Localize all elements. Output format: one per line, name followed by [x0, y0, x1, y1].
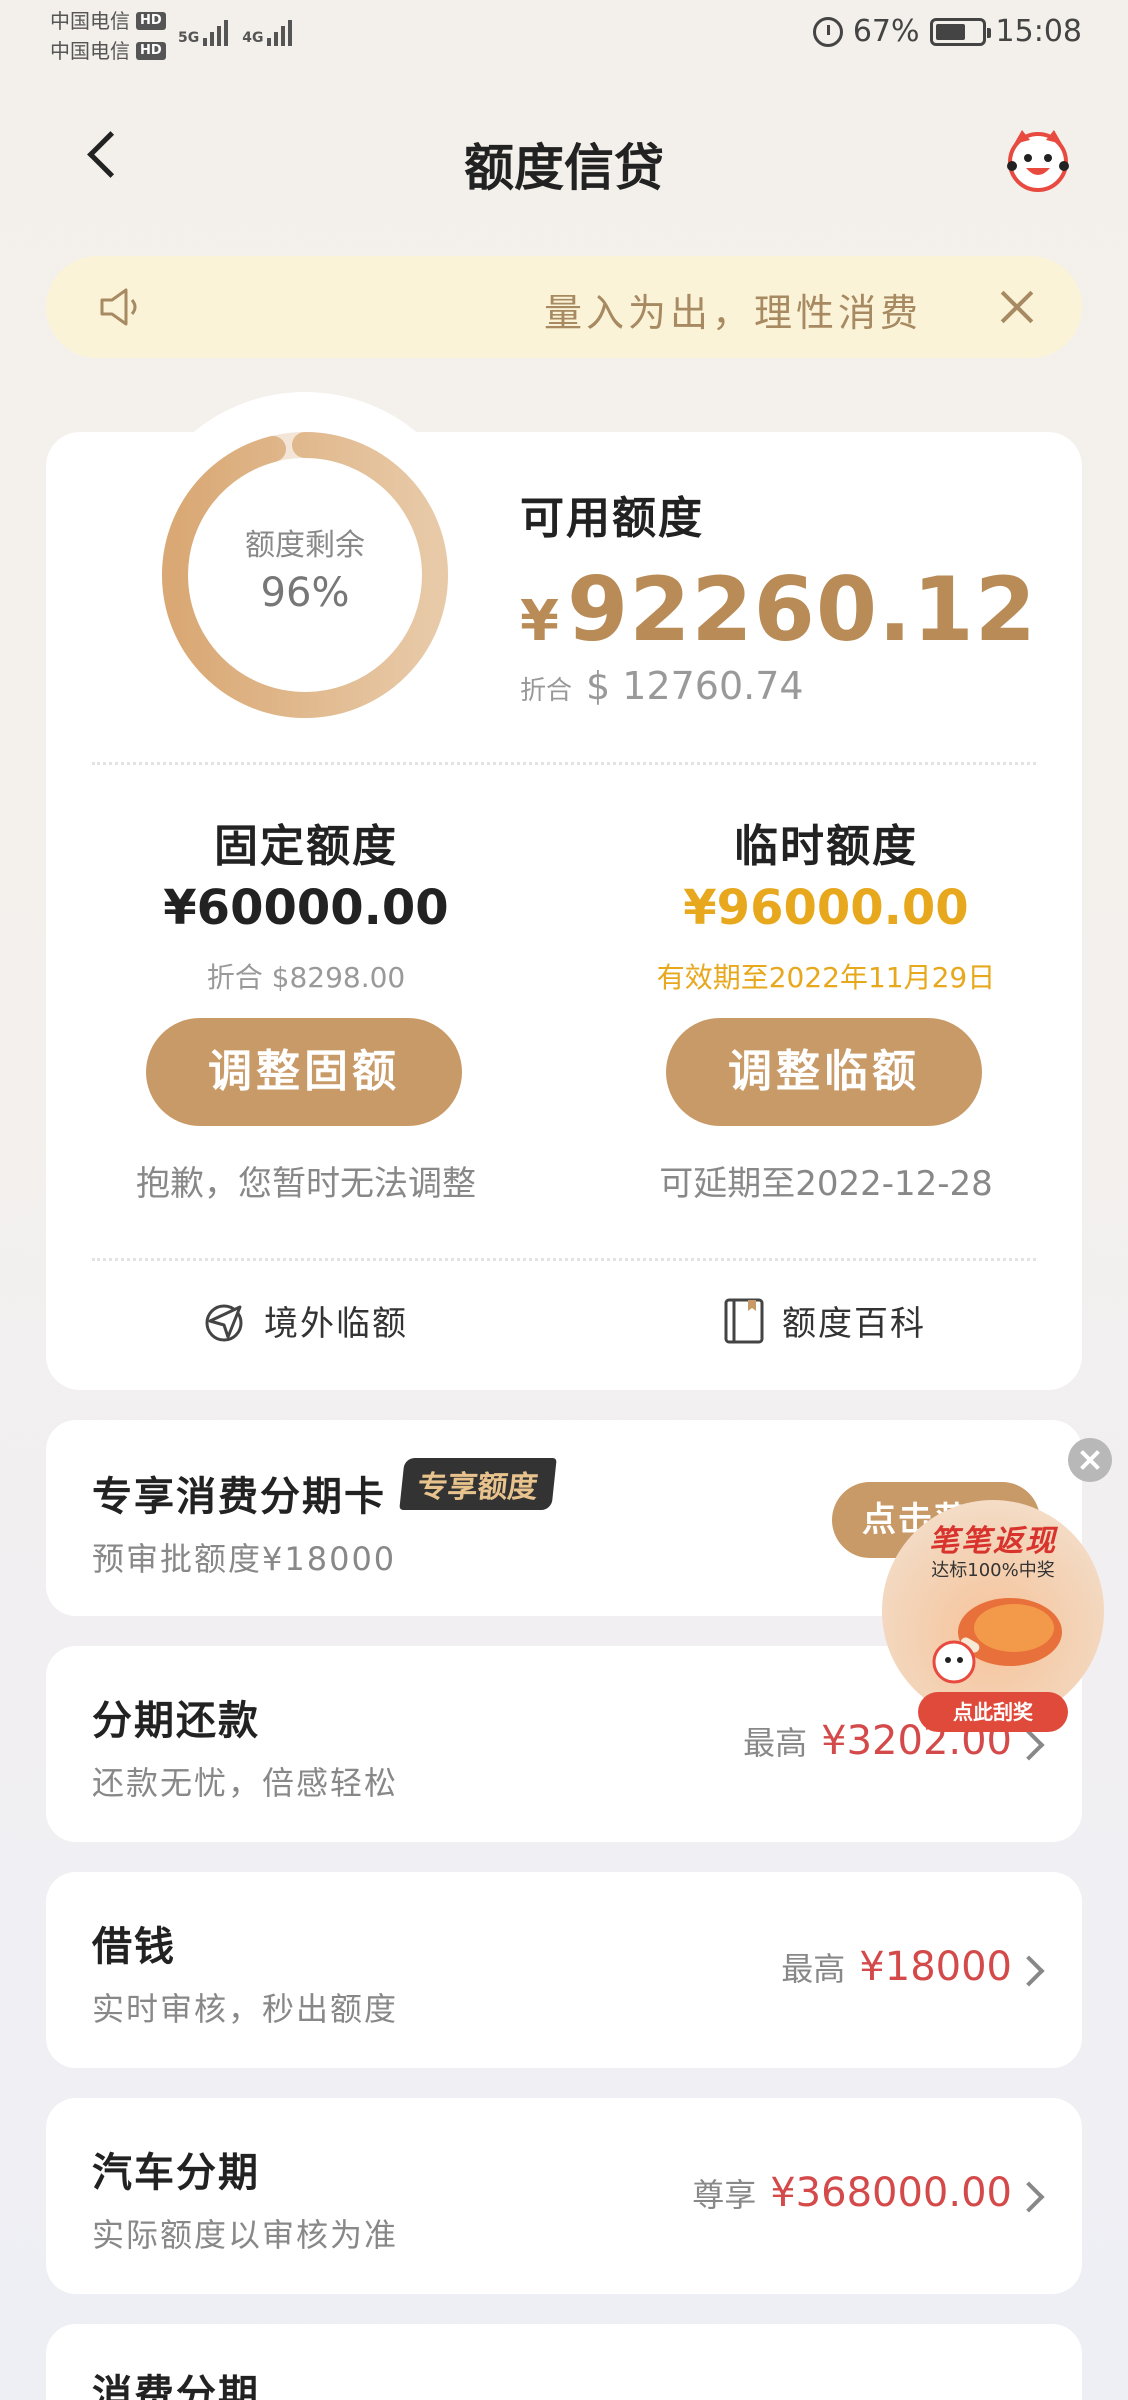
book-icon — [724, 1298, 764, 1343]
car-sub: 实际额度以审核为准 — [92, 2216, 399, 2254]
alarm-icon — [812, 16, 843, 47]
chevron-right-icon — [1013, 2181, 1045, 2213]
repay-sub: 还款无忧，倍感轻松 — [92, 1764, 399, 1802]
consumer-installment-card[interactable]: 消费分期 — [46, 2324, 1082, 2400]
temporary-credit-note: 可延期至2022-12-28 — [659, 1164, 993, 1204]
signal-indicators: 5G 4G — [178, 18, 293, 46]
speaker-icon — [100, 288, 137, 326]
installment-card-sub: 预审批额度¥18000 — [92, 1540, 397, 1578]
temporary-credit-title: 临时额度 — [734, 821, 918, 872]
hd-badge: HD — [136, 42, 166, 60]
carrier-1-label: 中国电信 — [50, 9, 130, 33]
exclusive-credit-badge: 专享额度 — [399, 1458, 557, 1510]
divider — [92, 1258, 1036, 1261]
temporary-credit-amount: ¥96000.00 — [683, 880, 969, 936]
promo-subtitle: 达标100%中奖 — [931, 1560, 1055, 1581]
carrier-2-label: 中国电信 — [50, 39, 130, 63]
status-right: 67% 15:08 — [812, 14, 1082, 49]
fixed-credit-note: 抱歉，您暂时无法调整 — [136, 1164, 476, 1204]
clock: 15:08 — [995, 14, 1082, 49]
fixed-credit-amount: ¥60000.00 — [163, 880, 449, 936]
plane-globe-icon — [205, 1304, 243, 1341]
available-credit-amount: ¥ 92260.12 — [520, 558, 1037, 661]
borrow-limit: 最高 ¥18000 — [781, 1944, 1012, 1990]
hd-badge: HD — [136, 12, 166, 30]
borrow-card[interactable]: 借钱 实时审核，秒出额度 最高 ¥18000 — [46, 1872, 1082, 2068]
overseas-credit-link[interactable]: 境外临额 — [200, 1296, 408, 1345]
promo-close-icon[interactable] — [1068, 1438, 1112, 1482]
net-5g-label: 5G — [178, 30, 200, 46]
chicken-drumstick-icon — [932, 1598, 1062, 1684]
temporary-credit-validity: 有效期至2022年11月29日 — [656, 961, 996, 994]
chevron-right-icon — [1013, 1955, 1045, 1987]
credit-encyclopedia-link[interactable]: 额度百科 — [722, 1296, 926, 1345]
car-title: 汽车分期 — [92, 2150, 260, 2196]
currency-symbol: ¥ — [520, 589, 559, 654]
car-value: ¥368000.00 — [770, 2170, 1012, 2216]
ring-value: 96% — [260, 570, 350, 616]
borrow-value: ¥18000 — [859, 1944, 1012, 1990]
car-installment-card[interactable]: 汽车分期 实际额度以审核为准 尊享 ¥368000.00 — [46, 2098, 1082, 2294]
signal-bars-icon — [267, 18, 293, 46]
car-prefix: 尊享 — [692, 2176, 757, 2214]
signal-bars-icon — [203, 18, 229, 46]
installment-card-title: 专享消费分期卡 — [92, 1474, 386, 1520]
divider — [92, 762, 1036, 765]
borrow-prefix: 最高 — [781, 1950, 846, 1988]
carrier-2: 中国电信 HD — [50, 36, 166, 66]
notice-banner: 量入为出，理性消费 — [46, 256, 1082, 358]
scratch-prize-button[interactable]: 点此刮奖 — [918, 1692, 1068, 1732]
notice-text: 量入为出，理性消费 — [543, 291, 922, 335]
signal-5g: 5G — [178, 18, 229, 46]
adjust-fixed-button[interactable]: 调整固额 — [146, 1018, 462, 1126]
carrier-info: 中国电信 HD 中国电信 HD — [50, 6, 166, 66]
fixed-credit-title: 固定额度 — [214, 821, 398, 872]
page-title: 额度信贷 — [464, 139, 664, 197]
equiv-amount: $ 12760.74 — [586, 664, 804, 708]
equiv-prefix: 折合 — [520, 676, 573, 706]
borrow-title: 借钱 — [92, 1924, 176, 1970]
available-equivalent: 折合 $ 12760.74 — [520, 664, 804, 708]
repay-prefix: 最高 — [743, 1724, 808, 1762]
cashback-promo[interactable]: 笔笔返现 达标100%中奖 — [882, 1500, 1104, 1722]
status-bar: 中国电信 HD 中国电信 HD 5G 4G 67% 15:08 — [0, 0, 1128, 72]
mascot-avatar-icon[interactable] — [1000, 120, 1076, 196]
consumer-title: 消费分期 — [92, 2372, 260, 2400]
chevron-right-icon — [1013, 1729, 1045, 1761]
repay-title: 分期还款 — [92, 1698, 260, 1744]
net-4g-label: 4G — [242, 30, 264, 46]
overseas-credit-label: 境外临额 — [264, 1304, 408, 1344]
borrow-sub: 实时审核，秒出额度 — [92, 1990, 399, 2028]
battery-icon — [929, 17, 991, 46]
credit-encyclopedia-label: 额度百科 — [782, 1304, 926, 1344]
car-limit: 尊享 ¥368000.00 — [692, 2170, 1012, 2216]
adjust-temporary-button[interactable]: 调整临额 — [666, 1018, 982, 1126]
notice-close-icon[interactable] — [992, 282, 1042, 332]
carrier-1: 中国电信 HD — [50, 6, 166, 36]
app-header: 额度信贷 — [0, 100, 1128, 210]
ring-label: 额度剩余 — [245, 528, 365, 563]
available-amount-value: 92260.12 — [566, 558, 1038, 661]
fixed-credit-equiv: 折合 $8298.00 — [206, 961, 406, 994]
promo-title: 笔笔返现 — [929, 1524, 1057, 1559]
signal-4g: 4G — [242, 18, 293, 46]
available-credit-label: 可用额度 — [520, 493, 704, 544]
battery-percent: 67% — [852, 14, 920, 49]
